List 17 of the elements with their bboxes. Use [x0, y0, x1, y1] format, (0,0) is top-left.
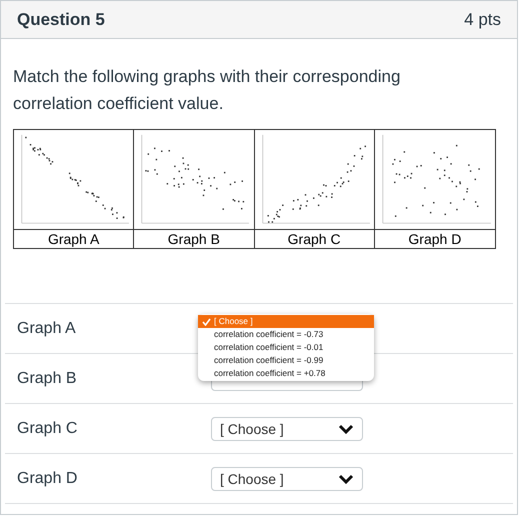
graph-label: Graph B: [166, 230, 221, 248]
graph-label: Graph C: [286, 230, 342, 248]
dropdown-option[interactable]: correlation coefficient = -0.73: [198, 328, 374, 341]
choice-select[interactable]: [ Choose ]: [211, 416, 363, 440]
match-label: Graph B: [17, 370, 77, 386]
graph-label: Graph A: [46, 230, 100, 248]
dropdown-option[interactable]: correlation coefficient = +0.78: [198, 367, 374, 380]
choice-select[interactable]: [ Choose ]: [211, 466, 363, 490]
match-label: Graph D: [17, 470, 78, 486]
match-label: Graph A: [17, 320, 76, 336]
graph-label: Graph D: [407, 230, 462, 248]
question-title: Question 5: [17, 8, 105, 31]
match-label: Graph C: [17, 420, 78, 436]
question-prompt: Match the following graphs with their corresponding correlation coefficient value.: [12, 66, 402, 115]
dropdown-option[interactable]: correlation coefficient = -0.99: [198, 354, 374, 367]
points-label: 4 pts: [464, 8, 501, 31]
dropdown-option[interactable]: correlation coefficient = -0.01: [198, 341, 374, 354]
